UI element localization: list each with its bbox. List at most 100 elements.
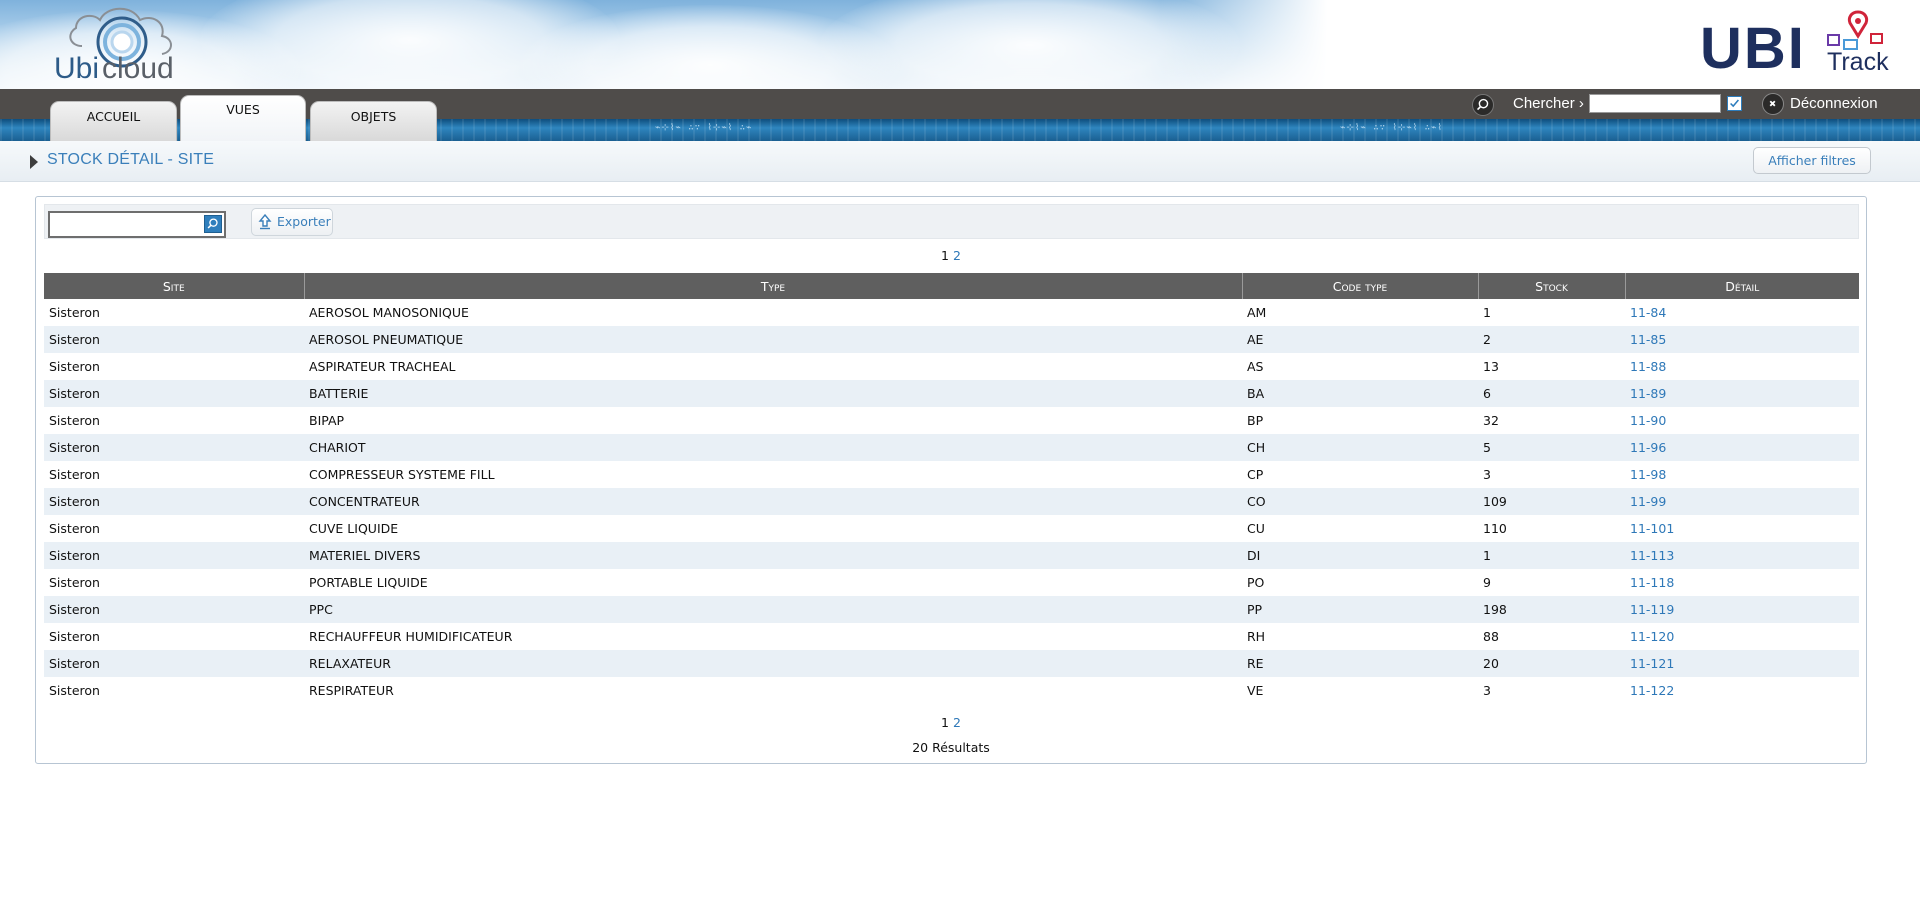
upload-arrow-icon [258,214,272,230]
cell-code-type: AE [1242,326,1478,353]
cell-type: ASPIRATEUR TRACHEAL [309,359,456,374]
table-search-input[interactable] [48,211,226,238]
cell-type: BIPAP [309,413,345,428]
cell-code-type: BP [1247,413,1264,428]
results-count: 20 Résultats [912,740,990,755]
title-bar [0,141,1920,182]
pagination-top: 1 2 [851,248,1051,263]
cell-type: AEROSOL MANOSONIQUE [309,305,469,320]
pagination-bottom: 1 2 [851,715,1051,730]
cell-detail-link[interactable]: 11-120 [1625,623,1859,650]
cell-stock: 13 [1483,359,1499,374]
cell-detail-link[interactable]: 11-121 [1625,650,1859,677]
cell-stock: 20 [1478,650,1625,677]
ubitrack-logo[interactable]: UBI Track [1700,10,1900,82]
tab-accueil[interactable]: ACCUEIL [50,101,177,141]
cell-site: Sisteron [44,488,304,515]
svg-text:cloud: cloud [102,52,174,82]
column-header-code-type[interactable]: Code type [1242,273,1479,299]
table-row: Sisteron PPC PP 198 11-119 [44,596,1859,623]
export-label: Exporter [277,214,331,229]
logout-icon[interactable] [1762,93,1784,115]
column-header-detail[interactable]: Détail [1625,273,1859,299]
tab-vues[interactable]: VUES [180,95,306,141]
cell-detail-link[interactable]: 11-89 [1625,380,1859,407]
cell-detail-link[interactable]: 11-118 [1625,569,1859,596]
stock-table: Site Type Code type Stock Détail Sistero… [44,273,1859,704]
cell-type: CONCENTRATEUR [304,488,1242,515]
ubicloud-logo[interactable]: Ubi cloud [52,6,202,82]
cell-type: RELAXATEUR [304,650,1242,677]
table-row: Sisteron AEROSOL PNEUMATIQUE AE 2 11-85 [44,326,1859,353]
tab-label: OBJETS [350,109,397,124]
search-submit-checkbox[interactable] [1727,96,1742,111]
column-header-site[interactable]: Site [44,273,305,299]
cell-code-type: CO [1242,488,1478,515]
check-icon [1730,99,1739,108]
tab-label: ACCUEIL [86,109,141,124]
table-row: Sisteron RELAXATEUR RE 20 11-121 [44,650,1859,677]
page-link-2[interactable]: 2 [953,715,961,730]
ubitrack-logo-ubi: UBI [1700,16,1806,81]
triangle-right-icon [30,155,38,169]
cell-code-type: PO [1247,575,1265,590]
cell-code-type: RE [1242,650,1478,677]
cell-detail-link[interactable]: 11-122 [1625,677,1859,704]
cell-type: RECHAUFFEUR HUMIDIFICATEUR [309,629,513,644]
cell-type: PPC [304,596,1242,623]
cell-stock: 32 [1483,413,1499,428]
cell-type: PORTABLE LIQUIDE [309,575,428,590]
cell-code-type: CH [1242,434,1478,461]
cell-detail-link[interactable]: 11-85 [1625,326,1859,353]
cell-type: MATERIEL DIVERS [304,542,1242,569]
cell-site: Sisteron [44,596,304,623]
cell-site: Sisteron [44,542,304,569]
table-row: Sisteron CONCENTRATEUR CO 109 11-99 [44,488,1859,515]
column-header-type[interactable]: Type [304,273,1243,299]
cell-code-type: DI [1242,542,1478,569]
cell-stock: 5 [1478,434,1625,461]
cell-detail-link[interactable]: 11-88 [1625,353,1859,380]
cell-detail-link[interactable]: 11-101 [1625,515,1859,542]
column-header-stock[interactable]: Stock [1478,273,1626,299]
cell-site: Sisteron [49,629,100,644]
logout-link[interactable]: Déconnexion [1790,95,1878,112]
tab-label: VUES [226,102,260,117]
table-row: Sisteron CUVE LIQUIDE CU 110 11-101 [44,515,1859,542]
cell-detail-link[interactable]: 11-119 [1625,596,1859,623]
cell-site: Sisteron [49,575,100,590]
table-row: Sisteron AEROSOL MANOSONIQUE AM 1 11-84 [44,299,1859,326]
cell-code-type: PP [1242,596,1478,623]
cell-code-type: AM [1247,305,1267,320]
page-link-2[interactable]: 2 [953,248,961,263]
cell-site: Sisteron [49,467,100,482]
cell-stock: 109 [1478,488,1625,515]
cell-stock: 3 [1483,467,1491,482]
show-filters-button[interactable]: Afficher filtres [1753,147,1871,174]
search-icon[interactable] [1472,94,1494,116]
svg-text:Ubi: Ubi [54,52,99,82]
cell-detail-link[interactable]: 11-90 [1625,407,1859,434]
cell-stock: 6 [1478,380,1625,407]
table-header-row: Site Type Code type Stock Détail [44,273,1859,299]
table-search-button[interactable] [204,215,222,233]
tab-objets[interactable]: OBJETS [310,101,437,141]
cell-detail-link[interactable]: 11-99 [1625,488,1859,515]
cell-stock: 3 [1483,683,1491,698]
decorative-glyphs: ⌁⊹⌇⌁ ∴∵ ⌇⊹⌁⌇ ∴⌁ [655,123,753,133]
top-header: Ubi cloud UBI Track [0,0,1920,89]
global-search-input[interactable] [1589,94,1721,113]
cell-type: RESPIRATEUR [309,683,394,698]
cell-stock: 110 [1483,521,1507,536]
page-current: 1 [941,248,949,263]
cell-site: Sisteron [44,434,304,461]
cell-detail-link[interactable]: 11-98 [1625,461,1859,488]
cell-detail-link[interactable]: 11-96 [1625,434,1859,461]
search-label: Chercher › [1513,95,1584,112]
cell-site: Sisteron [49,683,100,698]
cell-detail-link[interactable]: 11-113 [1625,542,1859,569]
cell-site: Sisteron [44,326,304,353]
table-row: Sisteron BIPAP BP 32 11-90 [44,407,1859,434]
cell-detail-link[interactable]: 11-84 [1625,299,1859,326]
cell-code-type: CU [1247,521,1265,536]
